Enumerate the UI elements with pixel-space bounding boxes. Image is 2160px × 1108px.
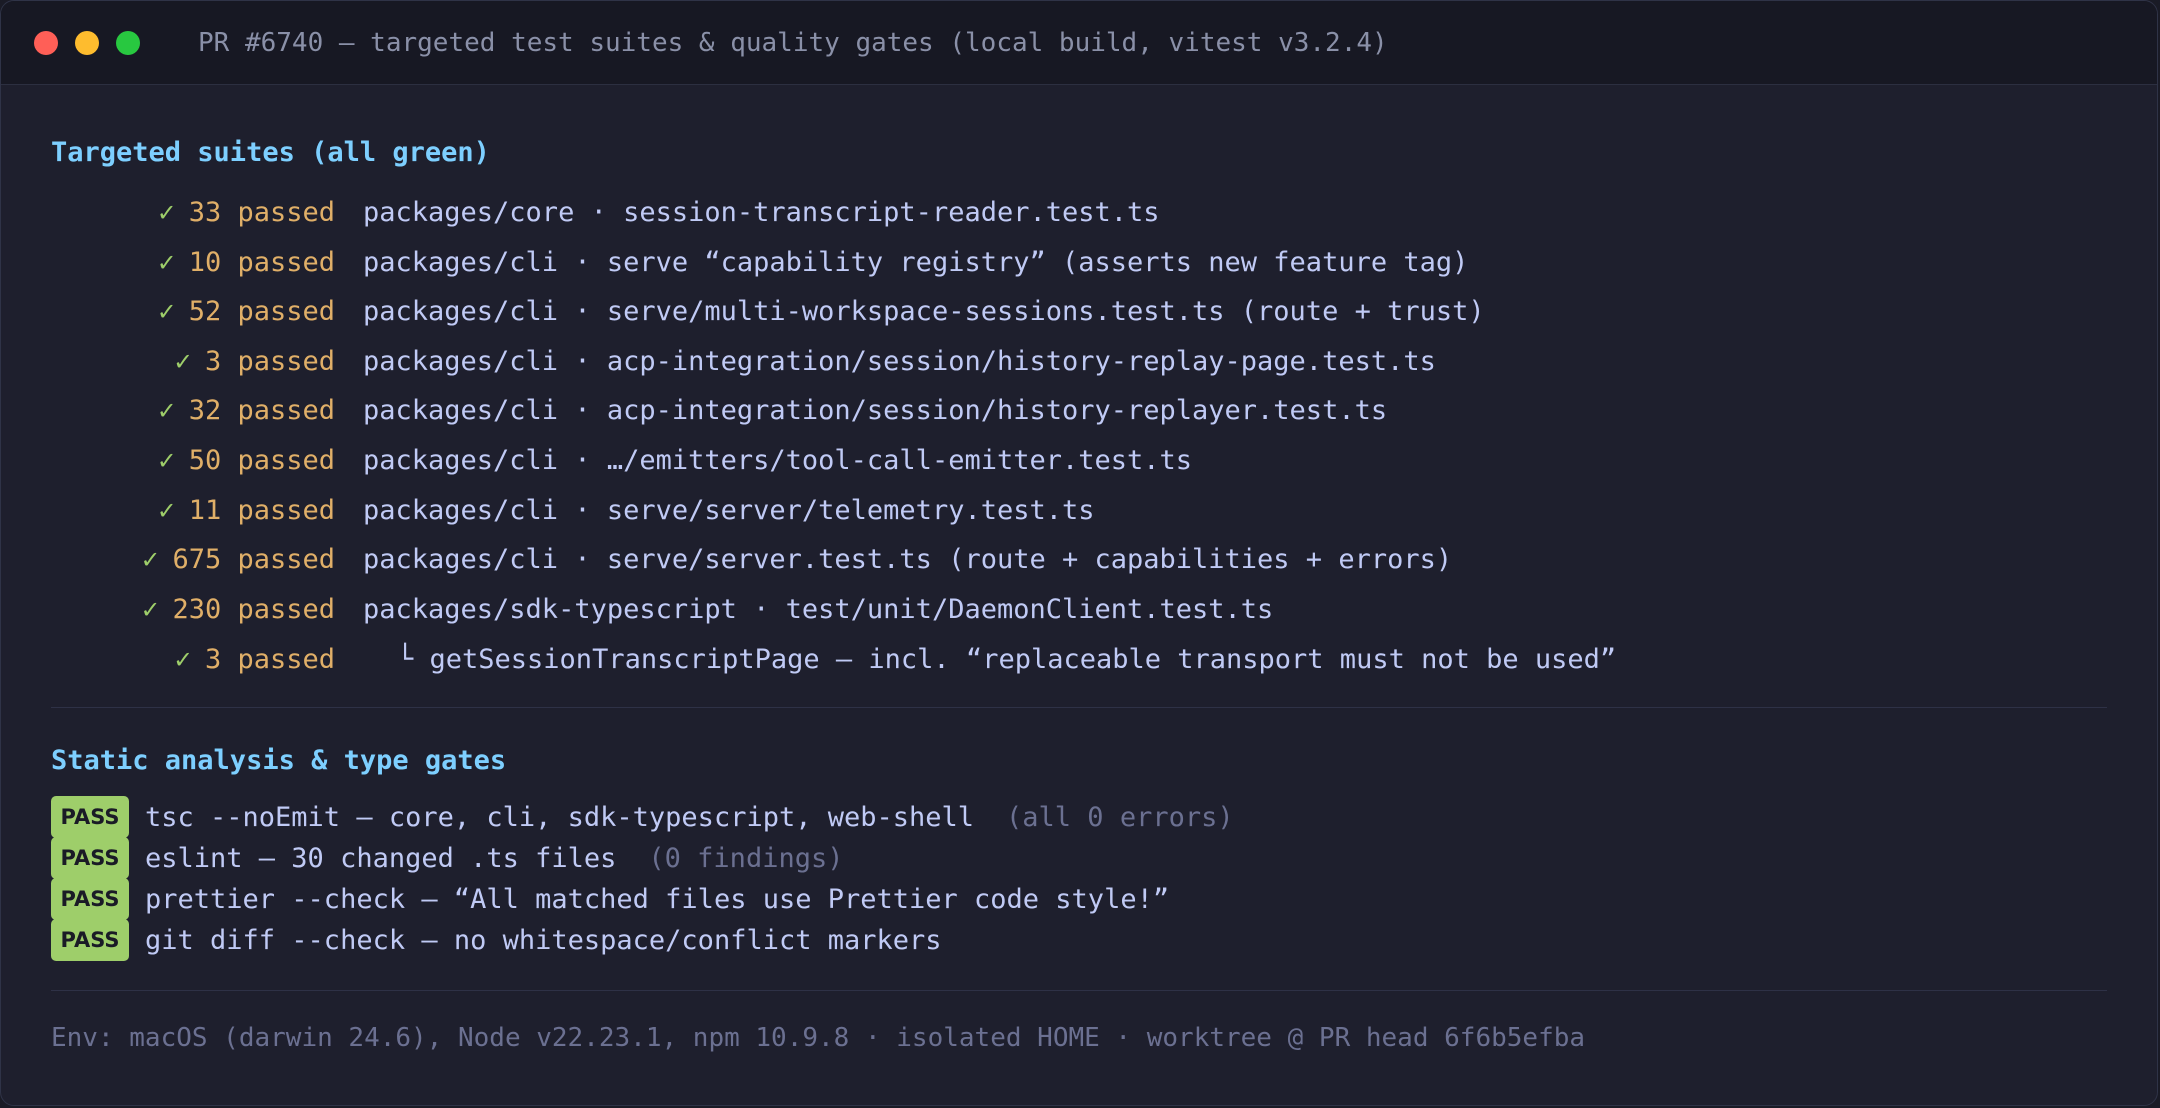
suite-pass-count: ✓ 11 passed [51,495,335,526]
gate-result-note: (all 0 errors) [1006,801,1234,833]
gate-command: prettier --check — “All matched files us… [145,883,1170,915]
gate-row: PASS eslint — 30 changed .ts files (0 find… [51,837,843,879]
suite-row: ✓ 3 passed └ getSessionTranscriptPage — in… [51,634,1616,684]
suite-path: packages/cli · acp-integration/session/h… [363,345,1436,377]
gate-row: PASS git diff --check — no whitespace/con… [51,919,942,961]
footer-divider [51,990,2107,991]
suite-row: ✓ 52 passed packages/cli · serve/multi-wor… [51,286,1485,336]
gate-command: eslint — 30 changed .ts files [145,842,617,874]
suite-pass-count: ✓ 230 passed [51,594,335,625]
suite-pass-count: ✓ 52 passed [51,296,335,327]
suite-count-label: 10 passed [188,246,335,278]
suite-row: ✓ 10 passed packages/cli · serve “capabili… [51,237,1468,287]
suite-row: ✓ 230 passed packages/sdk-typescript · tes… [51,584,1273,634]
check-icon: ✓ [158,246,175,278]
suite-row: ✓ 32 passed packages/cli · acp-integration… [51,385,1387,435]
pass-badge: PASS [51,878,129,920]
gate-row: PASS prettier --check — “All matched file… [51,878,1169,920]
suite-count-label: 50 passed [188,444,335,476]
check-icon: ✓ [158,196,175,228]
check-icon: ✓ [158,444,175,476]
suite-count-label: 32 passed [188,394,335,426]
suite-pass-count: ✓ 675 passed [51,544,335,575]
suite-count-label: 52 passed [188,295,335,327]
check-icon: ✓ [142,593,159,625]
suite-path: packages/cli · serve/server.test.ts (rou… [363,543,1453,575]
check-icon: ✓ [158,494,175,526]
suite-pass-count: ✓ 3 passed [51,644,335,675]
suite-row: ✓ 33 passed packages/core · session-transc… [51,187,1160,237]
pass-badge: PASS [51,796,129,838]
minimize-button[interactable] [75,30,99,55]
suite-pass-count: ✓ 50 passed [51,445,335,476]
suite-path: packages/cli · …/emitters/tool-call-emit… [363,444,1193,476]
suite-pass-count: ✓ 33 passed [51,197,335,228]
check-icon: ✓ [174,345,191,377]
suite-count-label: 33 passed [188,196,335,228]
pass-badge: PASS [51,919,129,961]
suite-path: packages/cli · serve/multi-workspace-ses… [363,295,1485,327]
gate-command: git diff --check — no whitespace/conflic… [145,924,942,956]
suite-count-label: 675 passed [172,543,335,575]
suite-path: packages/cli · serve “capability registr… [363,246,1469,278]
suite-count-label: 230 passed [172,593,335,625]
suite-path: packages/core · session-transcript-reade… [363,196,1160,228]
suite-row: ✓ 50 passed packages/cli · …/emitters/tool… [51,435,1192,485]
suite-count-label: 3 passed [204,643,335,675]
zoom-button[interactable] [116,30,140,55]
suite-row: ✓ 3 passed packages/cli · acp-integration/… [51,336,1436,386]
check-icon: ✓ [142,543,159,575]
static-gates-heading: Static analysis & type gates [51,745,507,776]
suite-pass-count: ✓ 3 passed [51,346,335,377]
close-button[interactable] [34,30,58,55]
suite-row: ✓ 11 passed packages/cli · serve/server/te… [51,485,1095,535]
gate-result-note: (0 findings) [648,842,844,874]
suite-pass-count: ✓ 10 passed [51,247,335,278]
suite-count-label: 3 passed [204,345,335,377]
suite-path: packages/cli · serve/server/telemetry.te… [363,494,1095,526]
suite-row: ✓ 675 passed packages/cli · serve/server.t… [51,534,1452,584]
suite-pass-count: ✓ 32 passed [51,395,335,426]
suite-path: └ getSessionTranscriptPage — incl. “repl… [397,643,1617,675]
section-divider [51,707,2107,708]
gate-command: tsc --noEmit — core, cli, sdk-typescript… [145,801,975,833]
check-icon: ✓ [174,643,191,675]
env-footer: Env: macOS (darwin 24.6), Node v22.23.1,… [51,1023,1586,1053]
check-icon: ✓ [158,394,175,426]
suite-path: packages/sdk-typescript · test/unit/Daem… [363,593,1274,625]
pass-badge: PASS [51,837,129,879]
check-icon: ✓ [158,295,175,327]
window-title: PR #6740 — targeted test suites & qualit… [198,27,1388,58]
suite-count-label: 11 passed [188,494,335,526]
targeted-suites-heading: Targeted suites (all green) [51,137,490,168]
gate-row: PASS tsc --noEmit — core, cli, sdk-typesc… [51,796,1234,838]
window-controls [34,30,140,55]
title-bar: PR #6740 — targeted test suites & qualit… [1,1,2157,85]
terminal-window: PR #6740 — targeted test suites & qualit… [0,0,2158,1106]
suite-path: packages/cli · acp-integration/session/h… [363,394,1388,426]
